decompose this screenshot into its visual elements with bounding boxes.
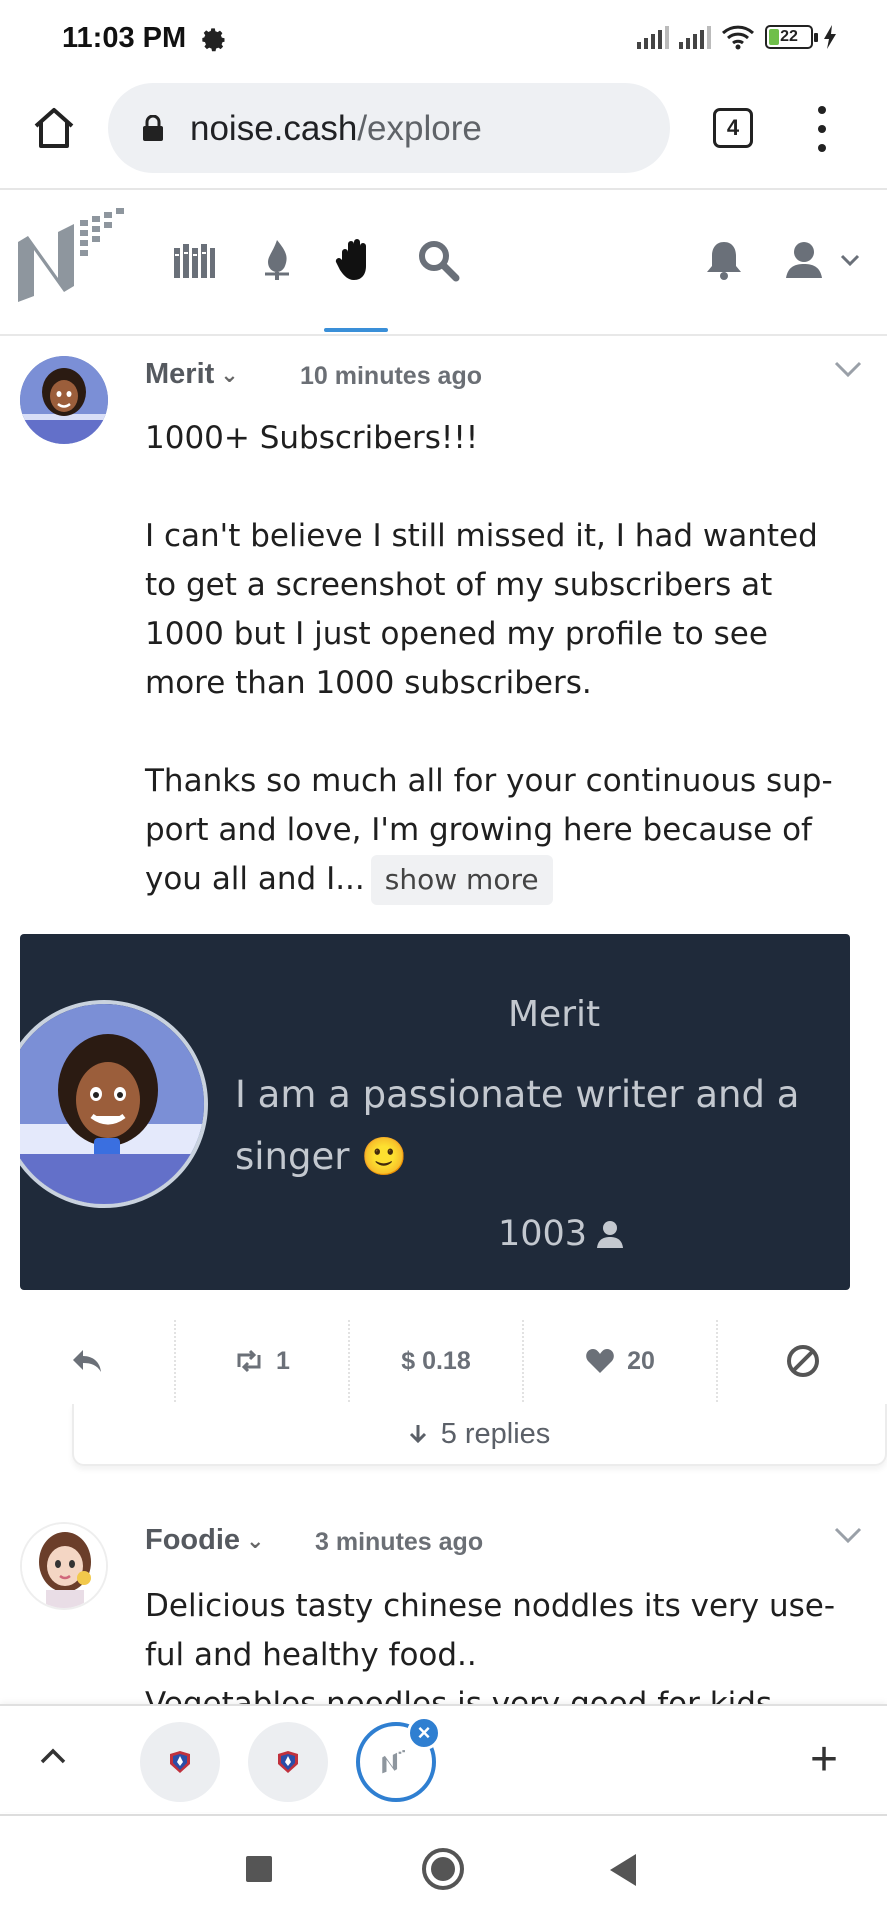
post-paragraph: Vegetables noodles is very good for kids	[145, 1686, 773, 1704]
recast-icon	[237, 1349, 261, 1373]
post-menu-icon[interactable]	[833, 360, 863, 380]
gear-icon	[202, 28, 225, 52]
card-bio: I am a passionate writer and a singer 🙂	[235, 1073, 800, 1178]
menu-icon[interactable]	[815, 106, 829, 152]
signal-icon	[637, 25, 669, 49]
block-icon	[786, 1345, 819, 1377]
home-icon[interactable]	[30, 104, 78, 152]
heart-icon	[586, 1349, 614, 1373]
new-tab-button[interactable]: +	[810, 1732, 838, 1787]
smile-emoji: 🙂	[361, 1135, 408, 1178]
arrow-down-icon	[409, 1425, 426, 1444]
active-tab-indicator	[324, 328, 388, 332]
block-button[interactable]	[716, 1320, 887, 1402]
post-timestamp: 10 minutes ago	[300, 362, 482, 390]
site-favicon-icon	[278, 1751, 298, 1773]
tab-count-button[interactable]: 4	[713, 108, 753, 148]
post-author[interactable]: Foodie ⌄	[145, 1524, 264, 1557]
noise-logo[interactable]	[14, 206, 126, 312]
tab-switcher-bar: × +	[0, 1704, 887, 1812]
address-bar[interactable]: noise.cash/explore	[108, 83, 670, 173]
like-button[interactable]: 20	[522, 1320, 716, 1402]
subscriber-count: 1003	[498, 1214, 625, 1254]
status-time: 11:03 PM	[62, 22, 187, 54]
site-nav	[0, 192, 887, 336]
library-icon[interactable]	[172, 238, 216, 282]
chevron-down-icon: ⌄	[246, 1528, 265, 1554]
post-author[interactable]: Merit ⌄	[145, 358, 239, 391]
tip-button[interactable]: $ 0.18	[348, 1320, 522, 1402]
replies-toggle[interactable]: 5 replies	[72, 1404, 887, 1466]
post-title: 1000+ Subscribers!!!	[145, 420, 479, 456]
url-text: noise.cash/explore	[190, 109, 482, 148]
post-timestamp: 3 minutes ago	[315, 1528, 484, 1556]
tab-thumbnail[interactable]	[248, 1722, 328, 1802]
chevron-down-icon[interactable]	[840, 254, 860, 268]
post-actions: 1 $ 0.18 20	[0, 1320, 887, 1402]
user-icon[interactable]	[784, 238, 828, 282]
card-name: Merit	[508, 994, 601, 1035]
post-paragraph: Delicious tasty chinese noddles its very…	[145, 1588, 836, 1673]
battery-icon: 22	[765, 25, 818, 49]
bell-icon[interactable]	[702, 238, 746, 282]
wifi-icon	[721, 25, 755, 50]
reply-icon	[73, 1350, 101, 1372]
user-icon	[597, 1221, 624, 1248]
browser-toolbar: noise.cash/explore 4	[0, 78, 887, 190]
status-bar: 11:03 PM 22	[0, 0, 887, 78]
avatar[interactable]	[20, 1522, 108, 1610]
show-more-button[interactable]: show more	[370, 855, 553, 905]
recast-button[interactable]: 1	[174, 1320, 348, 1402]
fire-icon[interactable]	[255, 238, 299, 282]
post-body: 1000+ Subscribers!!! I can't believe I s…	[145, 414, 855, 905]
back-button[interactable]	[610, 1854, 636, 1886]
card-avatar	[20, 1000, 208, 1208]
post-menu-icon[interactable]	[833, 1526, 863, 1546]
signal-icon	[679, 25, 711, 49]
site-favicon-icon	[170, 1751, 190, 1773]
chevron-up-icon[interactable]	[38, 1742, 68, 1772]
system-navigation-bar	[0, 1814, 887, 1920]
avatar[interactable]	[20, 356, 108, 444]
noise-logo	[382, 1750, 405, 1774]
close-tab-button[interactable]: ×	[407, 1716, 441, 1750]
profile-card[interactable]: Merit I am a passionate writer and a sin…	[20, 934, 850, 1290]
lock-icon	[143, 115, 163, 141]
chevron-down-icon: ⌄	[220, 362, 239, 388]
charging-icon	[824, 25, 836, 49]
recents-button[interactable]	[246, 1856, 272, 1882]
search-icon[interactable]	[416, 238, 460, 282]
home-button[interactable]	[422, 1848, 464, 1890]
post-paragraph: I can't believe I still missed it, I had…	[145, 518, 818, 701]
tab-thumbnail[interactable]	[140, 1722, 220, 1802]
reply-button[interactable]	[0, 1320, 174, 1402]
post-body: Delicious tasty chinese noddles its very…	[145, 1582, 855, 1704]
hand-icon[interactable]	[334, 238, 378, 282]
